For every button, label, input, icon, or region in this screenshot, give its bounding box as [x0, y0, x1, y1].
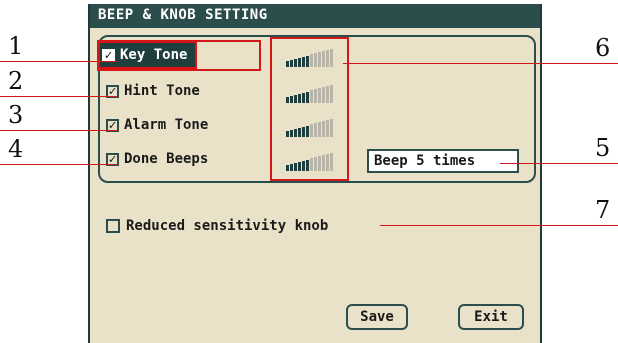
title-bar: BEEP & KNOB SETTING: [90, 4, 540, 28]
tone-row-done[interactable]: ✓ Done Beeps: [106, 147, 208, 171]
callout-line-1: [0, 61, 118, 62]
window-title: BEEP & KNOB SETTING: [98, 7, 268, 23]
knob-sensitivity-option[interactable]: Reduced sensitivity knob: [106, 218, 328, 234]
callout-line-4: [0, 164, 118, 165]
callout-number-6: 6: [595, 34, 611, 62]
callout-number-7: 7: [595, 196, 611, 224]
callout-line-7: [380, 225, 618, 226]
callout-number-2: 2: [8, 67, 24, 95]
exit-button[interactable]: Exit: [458, 304, 524, 330]
callout-line-6: [343, 63, 618, 64]
annotation-box-key-tone: [97, 40, 261, 71]
callout-line-2: [0, 96, 118, 97]
save-button[interactable]: Save: [346, 304, 408, 330]
callout-line-5: [500, 163, 618, 164]
annotation-box-volume-bars: [270, 37, 349, 181]
knob-sensitivity-label: Reduced sensitivity knob: [126, 218, 329, 234]
callout-number-5: 5: [595, 134, 611, 162]
done-beeps-label: Done Beeps: [124, 151, 209, 167]
callout-number-1: 1: [8, 32, 24, 60]
figure: BEEP & KNOB SETTING ✓ Key Tone ✓ Hint To…: [0, 0, 618, 343]
callout-number-3: 3: [8, 101, 24, 129]
tone-row-hint[interactable]: ✓ Hint Tone: [106, 79, 200, 103]
tone-row-alarm[interactable]: ✓ Alarm Tone: [106, 113, 208, 137]
callout-line-3: [0, 130, 118, 131]
hint-tone-label: Hint Tone: [124, 83, 200, 99]
beep-count-field[interactable]: Beep 5 times: [367, 149, 519, 173]
callout-number-4: 4: [8, 135, 24, 163]
knob-sensitivity-checkbox[interactable]: [106, 219, 120, 233]
alarm-tone-label: Alarm Tone: [124, 117, 209, 133]
